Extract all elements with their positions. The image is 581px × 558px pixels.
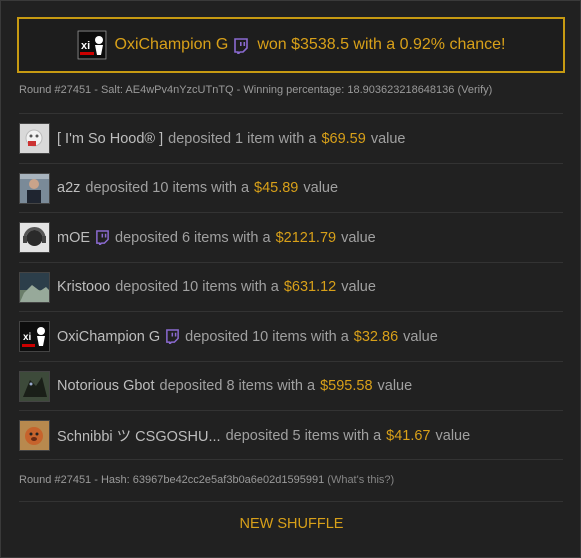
deposit-username[interactable]: Kristooo [57,279,110,295]
deposit-username[interactable]: Schnibbi ツ CSGOSHU... [57,425,221,446]
round-salt-text: Round #27451 - Salt: AE4wPv4nYzcUTnTQ - … [19,84,455,96]
deposit-row: [ I'm So Hood® ] deposited 1 item with a $… [19,113,563,163]
oxi-avatar[interactable]: xi [76,30,107,60]
deposit-amount: $595.58 [320,378,373,394]
whats-this-link[interactable]: (What's this?) [327,474,394,486]
creature-avatar[interactable] [19,370,50,402]
deposit-text: deposited 10 items with a [115,279,279,295]
deposit-value-label: value [435,427,471,444]
svg-text:xi: xi [81,40,90,52]
deposit-username[interactable]: [ I'm So Hood® ] [57,131,163,147]
deposit-row: Kristooo deposited 10 items with a $631.12… [19,261,563,312]
svg-text:xi: xi [23,332,32,343]
winner-banner: xi OxiChampion G won $3538.5 with a 0.92… [17,17,565,73]
deposit-value-label: value [377,378,413,394]
deposit-value-label: value [303,180,339,196]
headset-avatar[interactable] [19,222,50,253]
twitch-icon [233,37,249,56]
round-salt-info: Round #27451 - Salt: AE4wPv4nYzcUTnTQ - … [19,84,492,96]
divider [19,459,563,460]
deposit-text: deposited 6 items with a [115,229,271,246]
mask-avatar[interactable] [19,123,50,154]
deposit-row: mOE deposited 6 items with a $2121.79 value [19,212,563,262]
winner-name[interactable]: OxiChampion G [115,36,229,54]
deposit-username[interactable]: mOE [57,230,90,246]
deposit-amount: $69.59 [321,130,366,147]
deposit-value-label: value [403,328,438,345]
deposit-amount: $45.89 [254,180,299,196]
deposit-value-label: value [341,229,376,246]
deposit-username[interactable]: a2z [57,180,80,196]
deposit-text: deposited 5 items with a [225,427,382,444]
dog-avatar[interactable] [19,420,50,451]
deposit-row: Notorious Gbot deposited 8 items with a $5… [19,360,563,411]
deposit-amount: $2121.79 [275,229,337,246]
deposit-text: deposited 1 item with a [168,130,317,147]
winner-message: won $3538.5 with a 0.92% chance! [257,36,506,53]
round-hash-info: Round #27451 - Hash: 63967be42cc2e5af3b0… [19,474,394,486]
divider [19,501,563,502]
deposit-amount: $32.86 [353,328,399,345]
deposit-value-label: value [370,130,406,147]
twitch-icon [165,329,180,346]
deposit-amount: $41.67 [386,427,431,444]
deposit-username[interactable]: Notorious Gbot [57,378,155,394]
oxi-avatar[interactable]: xi [19,321,50,352]
verify-link[interactable]: (Verify) [457,84,492,96]
deposit-text: deposited 8 items with a [159,378,316,394]
deposit-row: xi OxiChampion G deposited 10 items with a… [19,311,563,361]
deposit-row: Schnibbi ツ CSGOSHU... deposited 5 items w… [19,410,563,460]
deposit-amount: $631.12 [283,279,337,295]
landscape-avatar[interactable] [19,271,50,303]
new-shuffle-button[interactable]: NEW SHUFFLE [1,516,581,532]
twitch-icon [95,230,110,247]
player-avatar[interactable] [19,172,50,204]
deposit-username[interactable]: OxiChampion G [57,329,160,345]
deposit-row: a2z deposited 10 items with a $45.89 value [19,162,563,213]
deposit-value-label: value [341,279,376,295]
deposit-text: deposited 10 items with a [85,180,250,196]
deposit-text: deposited 10 items with a [185,328,349,345]
round-hash-text: Round #27451 - Hash: 63967be42cc2e5af3b0… [19,474,325,486]
round-panel: xi OxiChampion G won $3538.5 with a 0.92… [0,0,581,558]
